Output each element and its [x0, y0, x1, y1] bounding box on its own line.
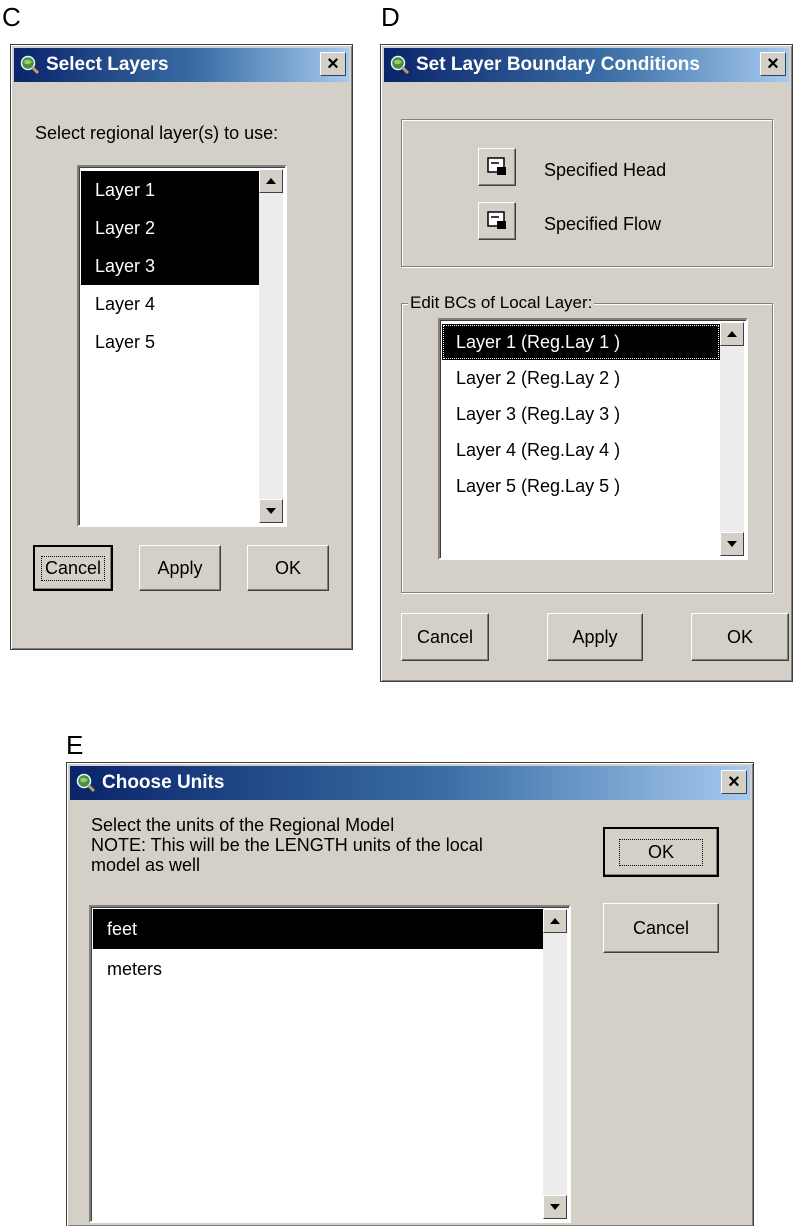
vertical-scrollbar[interactable]	[259, 169, 283, 523]
edit-bcs-label: Edit BCs of Local Layer:	[408, 293, 595, 313]
list-item-layer-1[interactable]: Layer 1	[81, 171, 259, 209]
list-item-feet[interactable]: feet	[93, 909, 543, 949]
ok-button[interactable]: OK	[691, 613, 789, 661]
cancel-button[interactable]: Cancel	[33, 545, 113, 591]
scroll-down-button[interactable]	[259, 499, 283, 523]
bc-type-group: Specified Head Specified Flow	[401, 119, 773, 267]
list-item-layer-2[interactable]: Layer 2 (Reg.Lay 2 )	[442, 360, 720, 396]
scroll-up-button[interactable]	[720, 322, 744, 346]
app-globe-magnifier-icon	[20, 55, 40, 75]
figure-label-c: C	[2, 2, 21, 32]
edit-bcs-group: Edit BCs of Local Layer: Layer 1 (Reg.La…	[401, 293, 773, 593]
boundary-conditions-dialog: Set Layer Boundary Conditions × Specifie…	[380, 44, 793, 682]
close-button[interactable]: ×	[760, 52, 786, 76]
ok-button[interactable]: OK	[603, 827, 719, 877]
vertical-scrollbar[interactable]	[720, 322, 744, 556]
boundary-tool-icon	[487, 211, 506, 229]
arrow-down-icon	[727, 541, 737, 547]
select-layers-dialog: Select Layers × Select regional layer(s)…	[10, 44, 353, 650]
apply-button[interactable]: Apply	[139, 545, 221, 591]
specified-head-button[interactable]	[478, 148, 516, 186]
select-layers-title: Select Layers	[46, 54, 169, 75]
apply-button[interactable]: Apply	[547, 613, 643, 661]
choose-units-dialog: Choose Units × Select the units of the R…	[66, 762, 754, 1226]
units-prompt-line-1: Select the units of the Regional Model	[91, 815, 395, 835]
arrow-up-icon	[727, 331, 737, 337]
cancel-button-label: Cancel	[40, 555, 106, 581]
list-item-layer-4[interactable]: Layer 4	[81, 285, 259, 323]
app-globe-magnifier-icon	[76, 773, 96, 793]
units-prompt-line-2: NOTE: This will be the LENGTH units of t…	[91, 835, 483, 855]
ok-button[interactable]: OK	[247, 545, 329, 591]
list-item-layer-5[interactable]: Layer 5	[81, 323, 259, 361]
specified-head-label: Specified Head	[544, 160, 667, 180]
list-item-layer-3[interactable]: Layer 3 (Reg.Lay 3 )	[442, 396, 720, 432]
boundary-tool-icon	[487, 157, 506, 175]
boundary-conditions-titlebar[interactable]: Set Layer Boundary Conditions ×	[384, 48, 789, 82]
specified-flow-label: Specified Flow	[544, 214, 662, 234]
arrow-up-icon	[266, 178, 276, 184]
list-item-layer-5[interactable]: Layer 5 (Reg.Lay 5 )	[442, 468, 720, 504]
scroll-up-button[interactable]	[543, 909, 567, 933]
scroll-down-button[interactable]	[543, 1195, 567, 1219]
local-layers-list[interactable]: Layer 1 (Reg.Lay 1 ) Layer 2 (Reg.Lay 2 …	[438, 318, 748, 560]
ok-button-label: OK	[618, 838, 703, 866]
select-layers-titlebar[interactable]: Select Layers ×	[14, 48, 349, 82]
vertical-scrollbar[interactable]	[543, 909, 567, 1219]
select-layers-prompt: Select regional layer(s) to use:	[35, 123, 279, 143]
cancel-button[interactable]: Cancel	[401, 613, 489, 661]
figure-label-e: E	[66, 730, 84, 760]
close-button[interactable]: ×	[320, 52, 346, 76]
arrow-up-icon	[550, 918, 560, 924]
scroll-down-button[interactable]	[720, 532, 744, 556]
boundary-conditions-title: Set Layer Boundary Conditions	[416, 54, 700, 75]
list-item-meters[interactable]: meters	[93, 949, 543, 989]
arrow-down-icon	[266, 508, 276, 514]
choose-units-title: Choose Units	[102, 772, 225, 793]
specified-flow-button[interactable]	[478, 202, 516, 240]
figure-label-d: D	[381, 2, 400, 32]
close-button[interactable]: ×	[721, 770, 747, 794]
units-prompt-line-3: model as well	[91, 855, 201, 875]
choose-units-titlebar[interactable]: Choose Units ×	[70, 766, 750, 800]
list-item-layer-2[interactable]: Layer 2	[81, 209, 259, 247]
regional-layers-list[interactable]: Layer 1 Layer 2 Layer 3 Layer 4 Layer 5	[77, 165, 287, 527]
list-item-layer-3[interactable]: Layer 3	[81, 247, 259, 285]
cancel-button[interactable]: Cancel	[603, 903, 719, 953]
arrow-down-icon	[550, 1204, 560, 1210]
scroll-up-button[interactable]	[259, 169, 283, 193]
units-list[interactable]: feet meters	[89, 905, 571, 1223]
app-globe-magnifier-icon	[390, 55, 410, 75]
list-item-layer-4[interactable]: Layer 4 (Reg.Lay 4 )	[442, 432, 720, 468]
list-item-layer-1[interactable]: Layer 1 (Reg.Lay 1 )	[442, 324, 720, 360]
